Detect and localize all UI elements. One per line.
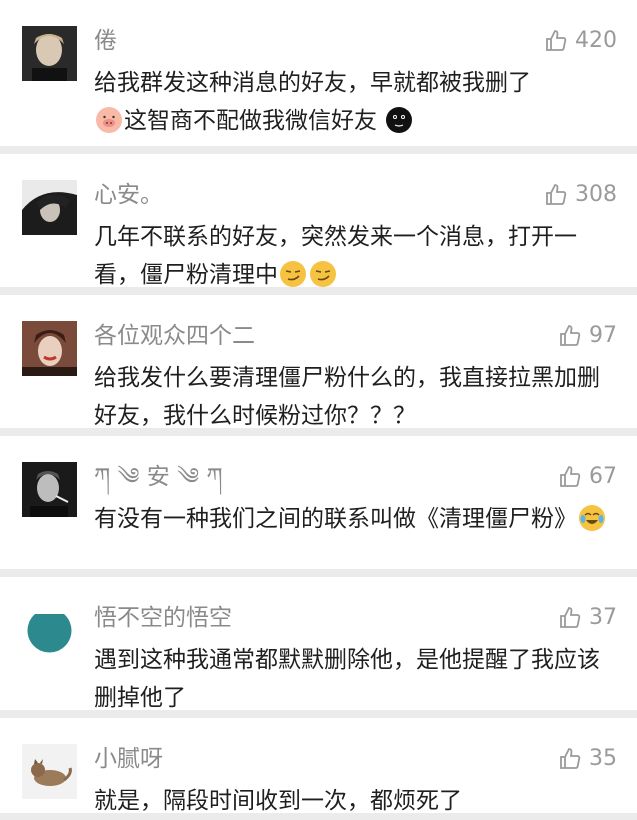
- like-button[interactable]: 67: [558, 462, 617, 492]
- comment-text-part: 给我发什么要清理僵尸粉什么的，我直接拉黑加删好友，我什么时候粉过你？？？: [94, 365, 600, 429]
- smirk-face-emoji: [310, 261, 336, 287]
- like-button[interactable]: 420: [544, 26, 617, 56]
- like-button[interactable]: 35: [558, 744, 617, 774]
- comment-text-part: 这智商不配做我微信好友: [124, 108, 377, 134]
- comment-text-part: 就是，隔段时间收到一次，都烦死了: [94, 788, 462, 814]
- comment-text: 几年不联系的好友，突然发来一个消息，打开一看，僵尸粉清理中: [94, 218, 615, 294]
- like-count: 67: [589, 464, 617, 489]
- comment-text: 有没有一种我们之间的联系叫做《清理僵尸粉》: [94, 500, 615, 538]
- like-count: 97: [589, 323, 617, 348]
- comment-item: 心安。 308 几年不联系的好友，突然发来一个消息，打开一看，僵尸粉清理中: [0, 154, 637, 295]
- pig-face-emoji: [96, 107, 122, 133]
- commenter-name[interactable]: 心安。: [94, 180, 163, 210]
- comment-text: 遇到这种我通常都默默删除他，是他提醒了我应该删掉他了: [94, 641, 615, 717]
- comment-text-part: 遇到这种我通常都默默删除他，是他提醒了我应该删掉他了: [94, 647, 600, 711]
- like-count: 37: [589, 605, 617, 630]
- comment-item: 悟不空的悟空 37 遇到这种我通常都默默删除他，是他提醒了我应该删掉他了: [0, 577, 637, 718]
- tears-of-joy-emoji: [579, 505, 605, 531]
- comment-text-part: 有没有一种我们之间的联系叫做《清理僵尸粉》: [94, 506, 577, 532]
- avatar[interactable]: [22, 321, 77, 376]
- like-button[interactable]: 308: [544, 180, 617, 210]
- thumbs-up-icon: [544, 183, 568, 207]
- commenter-name[interactable]: 各位观众四个二: [94, 321, 255, 351]
- smirk-face-emoji: [280, 261, 306, 287]
- commenter-name[interactable]: 悟不空的悟空: [94, 603, 232, 633]
- commenter-name[interactable]: ཀ ༄ 安 ༄ ཀ: [94, 462, 223, 492]
- comment-text: 给我群发这种消息的好友，早就都被我删了 这智商不配做我微信好友: [94, 64, 615, 140]
- avatar[interactable]: [22, 180, 77, 235]
- avatar[interactable]: [22, 744, 77, 799]
- comment-item: 倦 420 给我群发这种消息的好友，早就都被我删了 这智商不配做我微信好友: [0, 0, 637, 154]
- thumbs-up-icon: [558, 324, 582, 348]
- like-button[interactable]: 97: [558, 321, 617, 351]
- comment-item: ཀ ༄ 安 ༄ ཀ 67 有没有一种我们之间的联系叫做《清理僵尸粉》: [0, 436, 637, 577]
- thumbs-up-icon: [558, 606, 582, 630]
- commenter-name[interactable]: 倦: [94, 26, 117, 56]
- avatar[interactable]: [22, 26, 77, 81]
- comment-text: 给我发什么要清理僵尸粉什么的，我直接拉黑加删好友，我什么时候粉过你？？？: [94, 359, 615, 435]
- thumbs-up-icon: [558, 465, 582, 489]
- commenter-name[interactable]: 小腻呀: [94, 744, 163, 774]
- like-count: 420: [575, 28, 617, 53]
- comment-item: 小腻呀 35 就是，隔段时间收到一次，都烦死了: [0, 718, 637, 814]
- comment-text-part: 给我群发这种消息的好友，早就都被我删了: [94, 70, 531, 96]
- thumbs-up-icon: [558, 747, 582, 771]
- thumbs-up-icon: [544, 29, 568, 53]
- avatar[interactable]: [22, 462, 77, 517]
- comment-text: 就是，隔段时间收到一次，都烦死了: [94, 782, 615, 820]
- like-count: 35: [589, 746, 617, 771]
- avatar[interactable]: [22, 603, 77, 658]
- like-count: 308: [575, 182, 617, 207]
- comment-list: 倦 420 给我群发这种消息的好友，早就都被我删了 这智商不配做我微信好友 心安…: [0, 0, 637, 814]
- like-button[interactable]: 37: [558, 603, 617, 633]
- comment-item: 各位观众四个二 97 给我发什么要清理僵尸粉什么的，我直接拉黑加删好友，我什么时…: [0, 295, 637, 436]
- dark-moon-face-emoji: [386, 107, 413, 133]
